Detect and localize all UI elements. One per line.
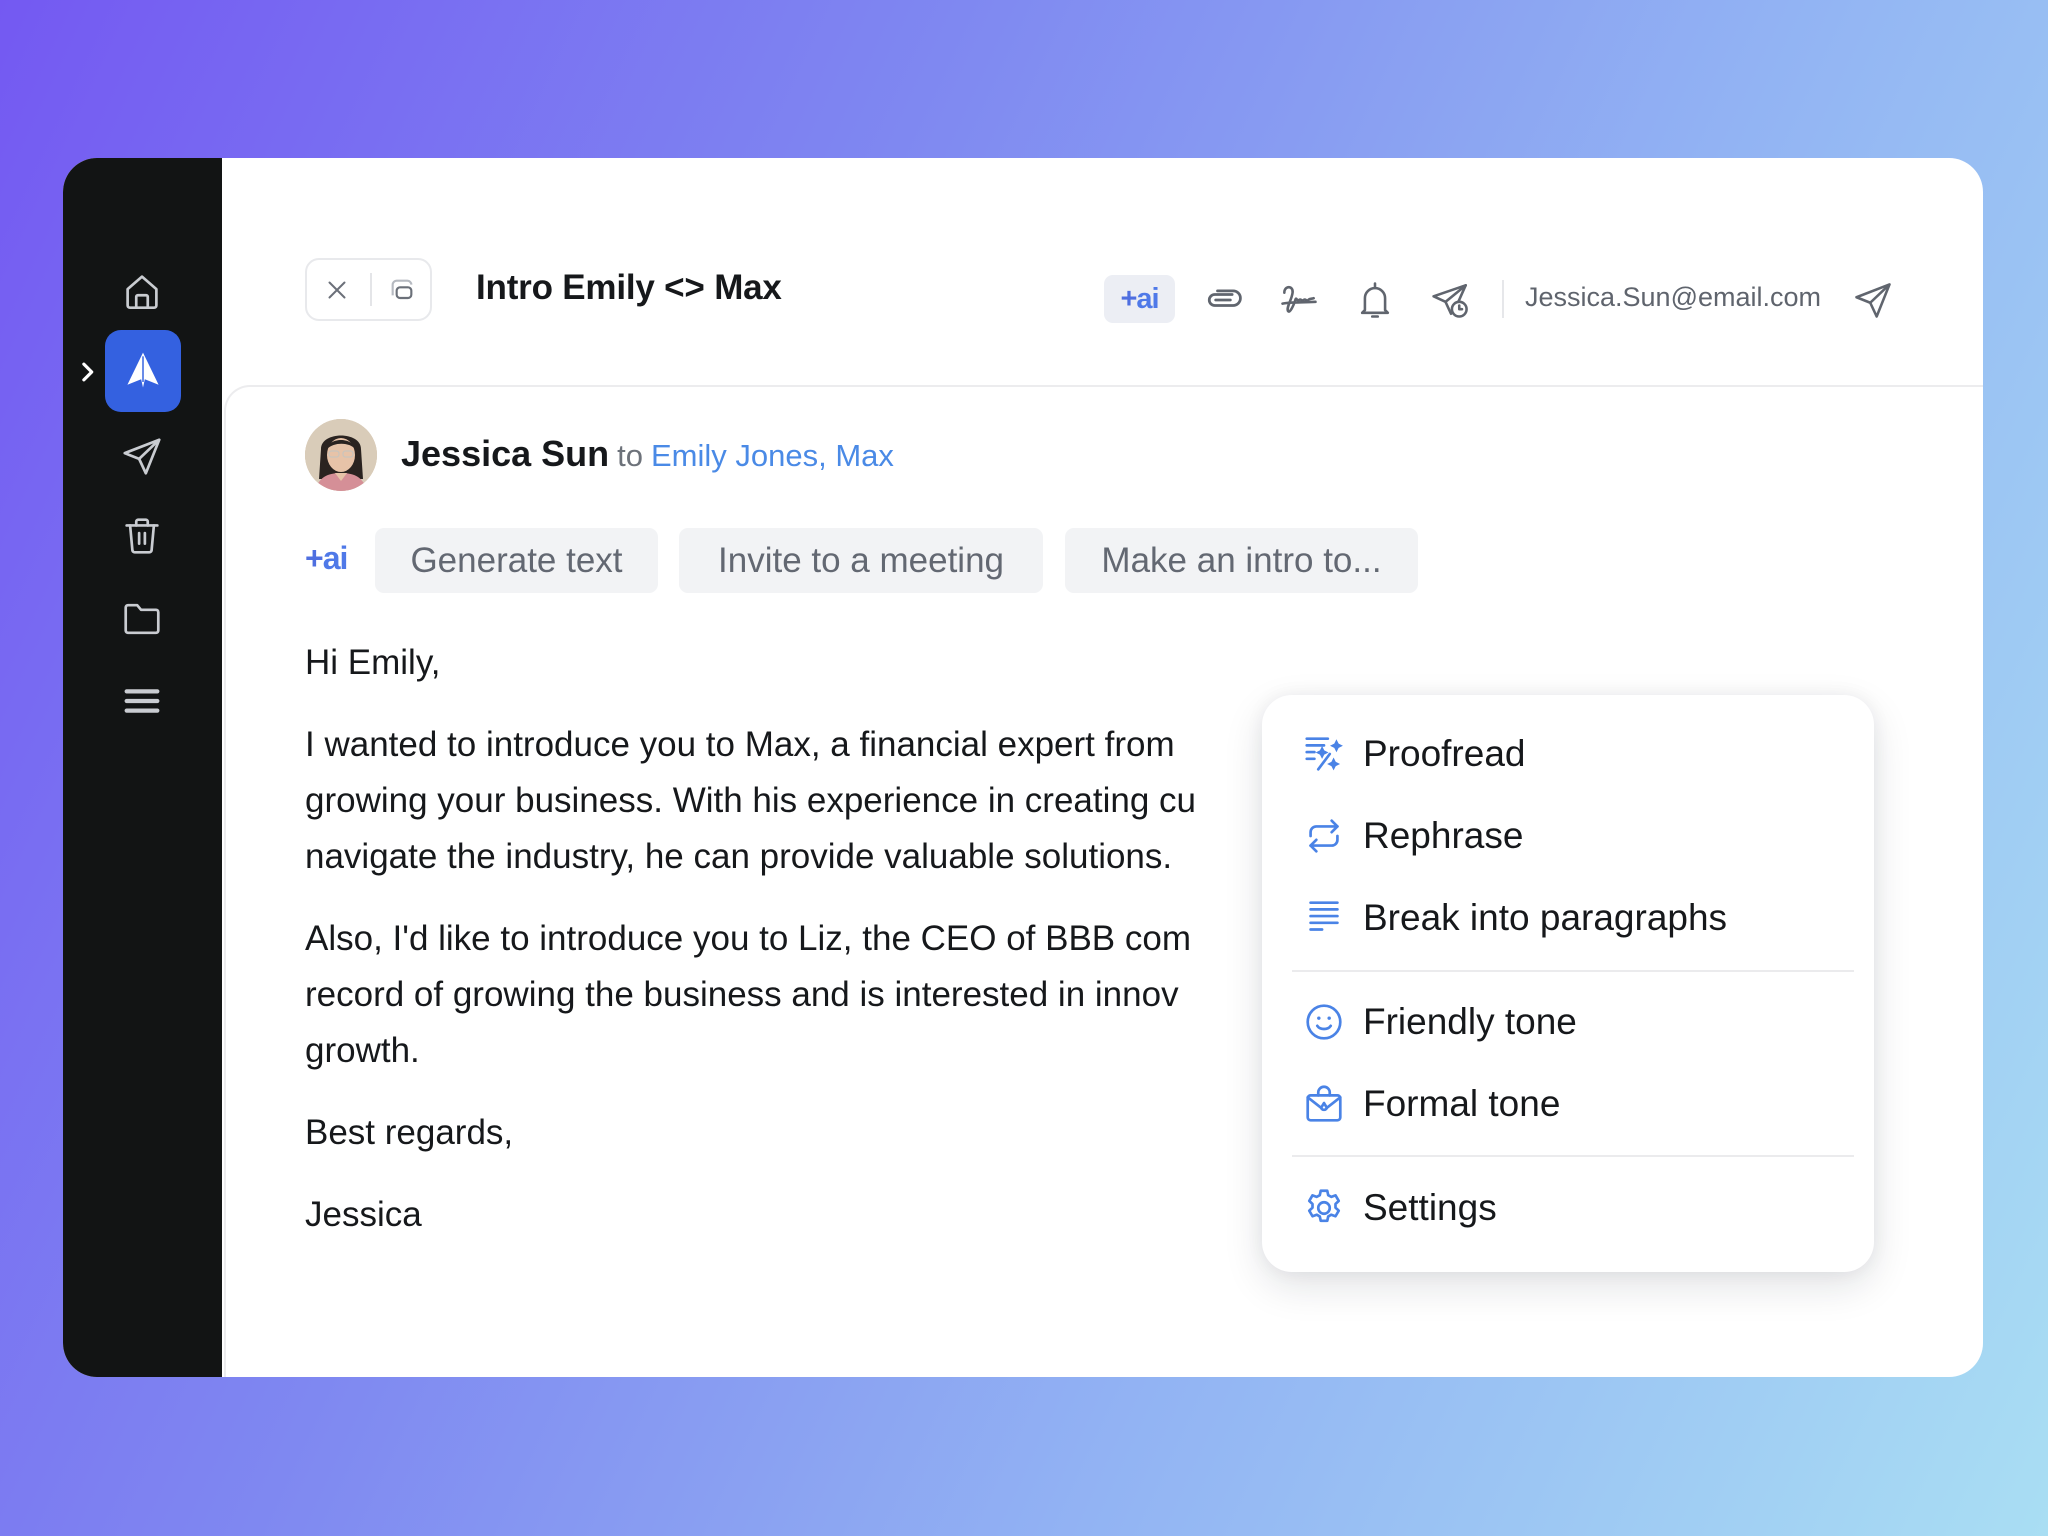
sidebar-item-home[interactable] <box>107 257 177 327</box>
sender-name: Jessica Sun <box>401 433 610 474</box>
sidebar-item-sent[interactable] <box>107 421 177 491</box>
menu-item-label: Rephrase <box>1363 815 1524 856</box>
body-line: record of growing the business and is in… <box>305 975 1179 1014</box>
sidebar-item-compose[interactable] <box>105 330 181 412</box>
signature-icon <box>1281 285 1317 313</box>
body-line: Jessica <box>305 1195 422 1234</box>
body-line: Also, I'd like to introduce you to Liz, … <box>305 919 1191 958</box>
from-account-selector[interactable]: Jessica.Sun@email.com <box>1525 282 1821 313</box>
body-line: growing your business. With his experien… <box>305 781 1196 820</box>
menu-item-friendly-tone[interactable]: Friendly tone <box>1262 987 1874 1057</box>
close-icon <box>328 281 346 298</box>
ai-label: ai <box>322 540 349 576</box>
send-button[interactable] <box>1847 274 1899 326</box>
send-later-button[interactable] <box>1425 274 1477 326</box>
folder-icon <box>124 603 160 635</box>
menu-item-label: Formal tone <box>1363 1083 1561 1124</box>
message-body[interactable]: Hi Emily, I wanted to introduce you to M… <box>305 635 1405 1243</box>
ai-chip-invite-meeting[interactable]: Invite to a meeting <box>679 528 1043 593</box>
signature-button[interactable] <box>1273 274 1325 326</box>
close-button[interactable] <box>307 260 367 319</box>
sidebar-item-folders[interactable] <box>107 584 177 654</box>
avatar-photo <box>305 419 377 491</box>
repeat-icon <box>1300 812 1348 860</box>
ai-suggestions-label: +ai <box>305 540 349 577</box>
send-icon <box>123 438 161 475</box>
menu-item-label: Settings <box>1363 1187 1497 1228</box>
menu-item-rephrase[interactable]: Rephrase <box>1262 801 1874 871</box>
menu-item-label: Friendly tone <box>1363 1001 1577 1042</box>
sender-avatar <box>305 419 377 491</box>
body-line: navigate the industry, he can provide va… <box>305 837 1173 876</box>
sidebar <box>63 158 222 1377</box>
body-line: I wanted to introduce you to Max, a fina… <box>305 725 1175 764</box>
recipients-link[interactable]: Emily Jones, Max <box>651 438 894 473</box>
popout-window-icon <box>391 279 413 299</box>
briefcase-envelope-icon <box>1300 1080 1348 1128</box>
menu-divider <box>1292 970 1854 972</box>
ai-plus: + <box>305 540 324 576</box>
paperclip-icon <box>1207 289 1242 307</box>
ai-chip-make-intro[interactable]: Make an intro to... <box>1065 528 1418 593</box>
magic-wand-text-icon <box>1300 730 1348 778</box>
ai-chip-generate-text[interactable]: Generate text <box>375 528 658 593</box>
header-divider <box>1502 280 1504 318</box>
menu-item-settings[interactable]: Settings <box>1262 1173 1874 1243</box>
sidebar-item-trash[interactable] <box>107 501 177 571</box>
send-icon <box>1855 283 1891 318</box>
gear-icon <box>1300 1184 1348 1232</box>
paragraph-lines-icon <box>1300 894 1348 942</box>
trash-icon <box>125 518 159 554</box>
window-controls <box>305 258 432 321</box>
message-header: Jessica Sun to Emily Jones, Max <box>401 433 894 475</box>
spark-logo-icon <box>127 352 159 388</box>
sidebar-item-more[interactable] <box>107 666 177 736</box>
bell-icon <box>1360 282 1390 318</box>
send-later-icon <box>1432 284 1468 318</box>
ai-actions-menu: Proofread Rephrase Break into paragraphs <box>1262 695 1874 1272</box>
reminder-button[interactable] <box>1349 274 1401 326</box>
body-line: growth. <box>305 1031 420 1070</box>
mail-app-window: Intro Emily <> Max + ai Jessica.Sun@emai… <box>63 158 1983 1377</box>
menu-divider <box>1292 1155 1854 1157</box>
ai-plus: + <box>1120 282 1137 315</box>
to-label: to <box>617 438 643 473</box>
body-line: Best regards, <box>305 1113 514 1152</box>
menu-item-formal-tone[interactable]: Formal tone <box>1262 1069 1874 1139</box>
home-icon <box>126 275 158 310</box>
draft-subject-title: Intro Emily <> Max <box>476 268 782 307</box>
menu-icon <box>124 689 160 713</box>
ai-label: ai <box>1136 282 1159 315</box>
menu-item-proofread[interactable]: Proofread <box>1262 719 1874 789</box>
smiley-icon <box>1300 998 1348 1046</box>
ai-assistant-button[interactable]: + ai <box>1104 275 1175 323</box>
body-line: Hi Emily, <box>305 643 441 682</box>
attach-button[interactable] <box>1197 274 1249 326</box>
menu-item-break-paragraphs[interactable]: Break into paragraphs <box>1262 883 1874 953</box>
menu-item-label: Proofread <box>1363 733 1526 774</box>
popout-button[interactable] <box>372 260 432 319</box>
menu-item-label: Break into paragraphs <box>1363 897 1728 938</box>
chevron-right-icon[interactable] <box>78 361 96 383</box>
